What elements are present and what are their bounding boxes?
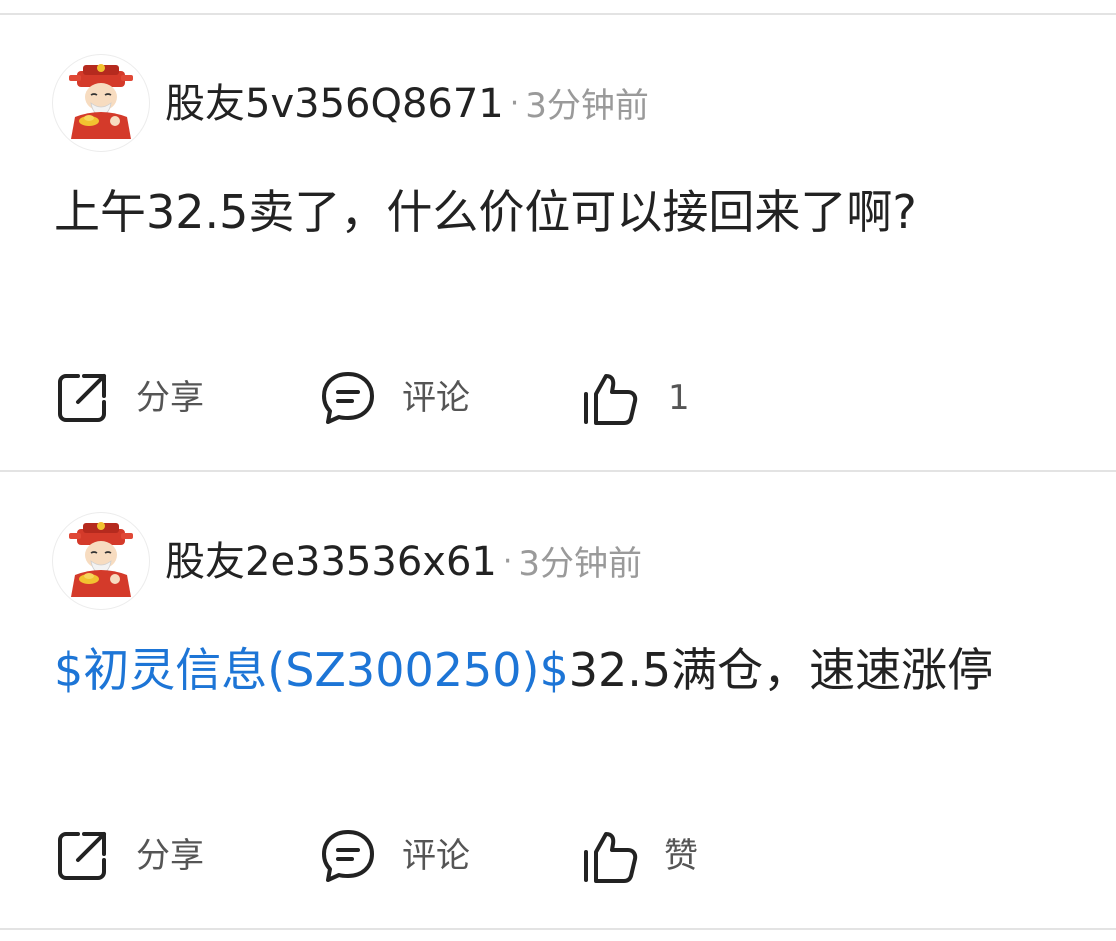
comment-button[interactable]: 评论 — [320, 826, 470, 886]
thumbs-up-icon — [582, 370, 638, 426]
post-content[interactable]: $初灵信息(SZ300250)$32.5满仓，速速涨停 — [54, 634, 1074, 706]
share-button[interactable]: 分享 — [54, 826, 204, 886]
like-count: 1 — [668, 378, 690, 418]
comment-bubble-icon — [320, 828, 376, 884]
post-divider — [0, 470, 1116, 472]
post-time: 3分钟前 — [525, 86, 649, 126]
author-avatar[interactable] — [52, 512, 150, 610]
comment-bubble-icon — [320, 370, 376, 426]
author-line: 股友5v356Q8671 · 3分钟前 — [165, 84, 649, 124]
caishen-avatar-icon — [69, 522, 133, 597]
share-icon — [54, 370, 110, 426]
author-avatar[interactable] — [52, 54, 150, 152]
separator-dot: · — [509, 86, 520, 121]
comment-button[interactable]: 评论 — [320, 368, 470, 428]
share-icon — [54, 828, 110, 884]
author-line: 股友2e33536x61 · 3分钟前 — [165, 542, 642, 582]
author-name[interactable]: 股友5v356Q8671 — [165, 81, 504, 127]
post-time: 3分钟前 — [518, 544, 643, 584]
stock-link[interactable]: $初灵信息(SZ300250)$ — [54, 643, 569, 697]
action-bar: 分享 评论 1 — [0, 368, 1116, 428]
caishen-avatar-icon — [69, 64, 133, 139]
like-label: 赞 — [664, 836, 698, 876]
author-name[interactable]: 股友2e33536x61 — [165, 539, 497, 585]
post-content[interactable]: 上午32.5卖了，什么价位可以接回来了啊? — [54, 176, 1074, 248]
top-divider — [0, 13, 1116, 15]
comment-label: 评论 — [402, 836, 470, 876]
comment-label: 评论 — [402, 378, 470, 418]
separator-dot: · — [502, 544, 513, 579]
share-label: 分享 — [136, 378, 204, 418]
share-button[interactable]: 分享 — [54, 368, 204, 428]
share-label: 分享 — [136, 836, 204, 876]
thumbs-up-icon — [582, 828, 638, 884]
action-bar: 分享 评论 赞 — [0, 826, 1116, 886]
bottom-divider — [0, 928, 1116, 930]
like-button[interactable]: 赞 — [582, 826, 698, 886]
post-text: 32.5满仓，速速涨停 — [568, 643, 994, 697]
post-text: 上午32.5卖了，什么价位可以接回来了啊? — [54, 185, 917, 239]
like-button[interactable]: 1 — [582, 368, 690, 428]
